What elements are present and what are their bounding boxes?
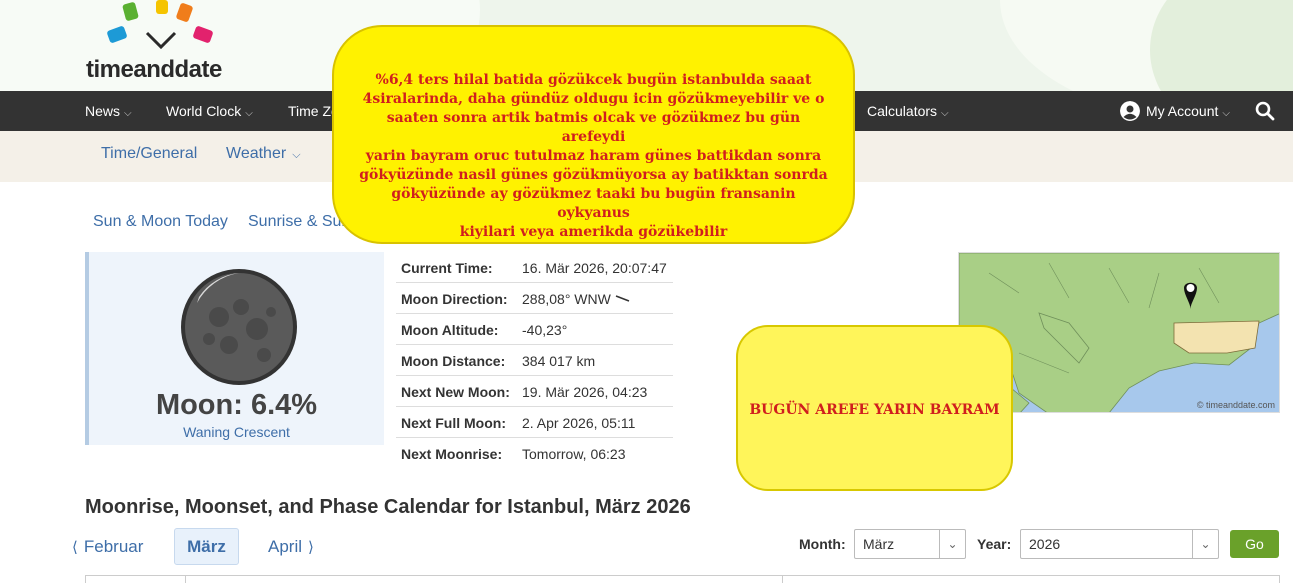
prev-month-label: Februar <box>83 537 144 556</box>
info-label: Moon Altitude: <box>401 322 499 338</box>
moon-info-table: Current Time: 16. Mär 2026, 20:07:47 Moon… <box>396 252 673 469</box>
current-month[interactable]: März <box>174 528 239 565</box>
info-row: Next New Moon: 19. Mär 2026, 04:23 <box>396 376 673 407</box>
page: timeanddate News ⌵ World Clock ⌵ Time Zo C… <box>0 0 1293 583</box>
annotation-line: 4siralarinda, daha gündüz oldugu icin gö… <box>362 91 825 107</box>
account-icon <box>1120 101 1140 122</box>
chevron-down-icon: ⌵ <box>1222 108 1230 119</box>
moon-direction-value: 288,08° WNW <box>522 291 611 307</box>
next-month-label: April <box>268 537 303 556</box>
nav-calculators[interactable]: Calculators ⌵ <box>867 91 949 131</box>
annotation-line: yarin bayram oruc tutulmaz haram günes b… <box>365 148 822 164</box>
info-value: 288,08° WNW <box>522 291 631 307</box>
annotation-bubble-arefe: BUGÜN AREFE YARIN BAYRAM <box>736 325 1013 491</box>
map-credit: © timeanddate.com <box>1196 400 1275 410</box>
info-value: -40,23° <box>522 322 568 338</box>
chevron-down-icon: ⌄ <box>939 530 965 558</box>
info-row: Moon Altitude: -40,23° <box>396 314 673 345</box>
info-value: 2. Apr 2026, 05:11 <box>522 415 636 431</box>
subnav-label: Weather <box>226 145 287 162</box>
nav-label: News <box>85 103 121 119</box>
my-account-menu[interactable]: My Account ⌵ <box>1120 91 1230 131</box>
month-select-value: März <box>863 536 895 552</box>
subnav-weather[interactable]: Weather ⌵ <box>226 131 301 178</box>
chevron-down-icon: ⌵ <box>941 108 949 119</box>
logo-petal <box>175 2 194 23</box>
info-label: Moon Distance: <box>401 353 506 369</box>
moon-phase-label[interactable]: Waning Crescent <box>89 424 384 440</box>
account-label: My Account <box>1146 103 1219 119</box>
info-label: Moon Direction: <box>401 291 508 307</box>
nav-world-clock[interactable]: World Clock ⌵ <box>166 91 253 131</box>
info-value: 16. Mär 2026, 20:07:47 <box>522 260 667 276</box>
info-value: Tomorrow, 06:23 <box>522 446 626 462</box>
direction-arrow-icon <box>615 295 630 302</box>
info-row: Next Moonrise: Tomorrow, 06:23 <box>396 438 673 469</box>
moon-phase-icon <box>181 269 297 385</box>
tab-sun-moon-today[interactable]: Sun & Moon Today <box>93 213 228 231</box>
subnav-time-general[interactable]: Time/General <box>101 131 197 177</box>
moon-percent: Moon: 6.4% <box>155 389 318 421</box>
info-label: Next Full Moon: <box>401 415 506 431</box>
logo-chevron-icon <box>145 31 177 50</box>
logo-petal <box>192 25 214 44</box>
annotation-line: %6,4 ters hilal batida gözükcek bugün is… <box>375 72 812 88</box>
nav-label: Calculators <box>867 103 938 119</box>
annotation-bubble: %6,4 ters hilal batida gözükcek bugün is… <box>332 25 855 244</box>
info-label: Next New Moon: <box>401 384 510 400</box>
year-select-value: 2026 <box>1029 536 1061 552</box>
calendar-table <box>85 575 1280 583</box>
annotation-line: kiyilari veya amerikda gözükebilir <box>459 224 728 240</box>
month-select-label: Month: <box>799 536 846 552</box>
nav-news[interactable]: News ⌵ <box>85 91 132 131</box>
year-select[interactable]: 2026 ⌄ <box>1020 529 1219 559</box>
chevron-down-icon: ⌄ <box>1192 530 1218 558</box>
nav-label: World Clock <box>166 103 242 119</box>
year-select-label: Year: <box>977 536 1012 552</box>
annotation-line: gökyüzünde nasil günes gözükmüyorsa ay b… <box>359 167 828 183</box>
header-decoration <box>1150 0 1293 91</box>
logo-petal <box>106 25 128 44</box>
table-divider <box>782 576 783 583</box>
logo-text: timeanddate <box>86 56 222 83</box>
tab-sunrise-sunset[interactable]: Sunrise & Sun <box>248 213 350 231</box>
logo-petal <box>122 1 139 22</box>
logo[interactable]: timeanddate <box>86 0 246 88</box>
info-row: Moon Distance: 384 017 km <box>396 345 673 376</box>
chevron-down-icon: ⌵ <box>124 108 132 119</box>
month-select[interactable]: März ⌄ <box>854 529 966 559</box>
table-divider <box>185 576 186 583</box>
calendar-title: Moonrise, Moonset, and Phase Calendar fo… <box>85 496 691 518</box>
info-row: Current Time: 16. Mär 2026, 20:07:47 <box>396 252 673 283</box>
annotation-line: gökyüzünde ay gözükmez taaki bu bugün fr… <box>391 186 796 221</box>
chevron-down-icon: ⌵ <box>245 108 253 119</box>
moon-summary: Moon: 6.4% Waning Crescent <box>85 252 384 445</box>
go-button[interactable]: Go <box>1230 530 1279 558</box>
info-value: 19. Mär 2026, 04:23 <box>522 384 648 400</box>
logo-petal <box>156 0 168 14</box>
chevron-down-icon: ⌵ <box>292 149 301 161</box>
info-row: Next Full Moon: 2. Apr 2026, 05:11 <box>396 407 673 438</box>
chevron-right-icon: ⟩ <box>308 539 314 556</box>
prev-month-link[interactable]: ⟨ Februar <box>72 537 143 557</box>
info-label: Current Time: <box>401 260 493 276</box>
chevron-left-icon: ⟨ <box>72 539 78 556</box>
info-label: Next Moonrise: <box>401 446 503 462</box>
search-icon[interactable] <box>1255 101 1275 121</box>
info-row: Moon Direction: 288,08° WNW <box>396 283 673 314</box>
info-value: 384 017 km <box>522 353 596 369</box>
annotation-line: saaten sonra artik batmis olcak ve gözük… <box>386 110 801 145</box>
next-month-link[interactable]: April ⟩ <box>268 537 314 557</box>
